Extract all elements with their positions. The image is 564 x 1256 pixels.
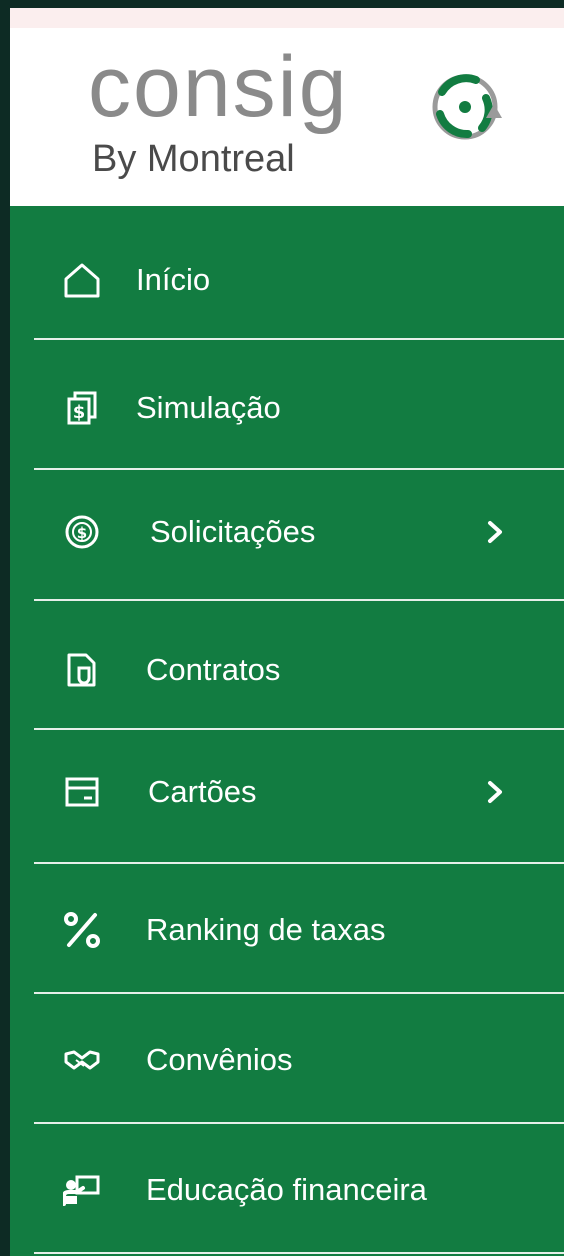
- document-dollar-icon: $: [62, 388, 102, 428]
- home-icon: [62, 260, 102, 300]
- sidebar-item-label: Contratos: [146, 652, 281, 687]
- divider: [34, 862, 564, 864]
- recycle-arrows-logo-icon: [426, 68, 504, 146]
- brand-subtitle: By Montreal: [92, 138, 295, 180]
- divider: [34, 468, 564, 470]
- presentation-icon: [62, 1170, 102, 1210]
- dollar-circle-icon: $: [62, 512, 102, 552]
- sidebar-item-simulacao[interactable]: $ Simulação: [10, 376, 564, 440]
- chevron-right-icon: [480, 517, 510, 547]
- sidebar-item-label: Cartões: [148, 774, 257, 809]
- sidebar-item-label: Solicitações: [150, 514, 316, 549]
- brand-name: consig: [88, 39, 349, 135]
- divider: [34, 728, 564, 730]
- divider: [34, 1122, 564, 1124]
- sidebar-item-label: Simulação: [136, 390, 281, 425]
- contract-icon: [62, 650, 102, 690]
- handshake-icon: [62, 1040, 102, 1080]
- sidebar-item-label: Convênios: [146, 1042, 293, 1077]
- divider: [34, 338, 564, 340]
- sidebar-item-label: Início: [136, 262, 211, 297]
- sidebar-item-label: Ranking de taxas: [146, 912, 386, 947]
- sidebar-item-inicio[interactable]: Início: [10, 248, 564, 312]
- sidebar-item-educacao-financeira[interactable]: Educação financeira: [10, 1158, 564, 1222]
- divider: [34, 992, 564, 994]
- sidebar-item-solicitacoes[interactable]: $ Solicitações: [10, 500, 564, 564]
- app-frame: consig By Montreal Início $ Simulação $ …: [10, 8, 564, 1256]
- chevron-right-icon: [480, 777, 510, 807]
- sidebar-item-contratos[interactable]: Contratos: [10, 638, 564, 702]
- sidebar-menu: Início $ Simulação $ Solicitações Contra…: [10, 206, 564, 1256]
- sidebar-item-convenios[interactable]: Convênios: [10, 1028, 564, 1092]
- svg-text:$: $: [77, 524, 87, 542]
- divider: [34, 599, 564, 601]
- sidebar-item-label: Educação financeira: [146, 1172, 427, 1207]
- card-icon: [62, 772, 102, 812]
- sidebar-item-cartoes[interactable]: Cartões: [10, 760, 564, 824]
- percent-icon: [62, 910, 102, 950]
- sidebar-item-ranking-de-taxas[interactable]: Ranking de taxas: [10, 898, 564, 962]
- svg-text:$: $: [73, 402, 86, 423]
- top-strip: [10, 8, 564, 28]
- divider: [34, 1252, 564, 1254]
- logo-area[interactable]: consig By Montreal: [10, 28, 564, 206]
